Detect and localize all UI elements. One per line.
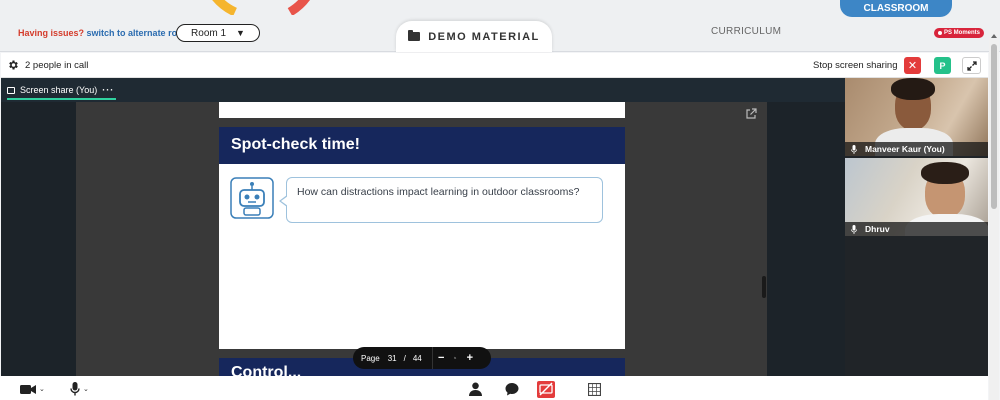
logo-arc-decoration — [212, 0, 310, 15]
room-select[interactable]: Room 1 ▼ — [176, 24, 260, 42]
chevron-down-icon[interactable]: ⌄ — [83, 385, 89, 393]
camera-button[interactable]: ⌄ — [20, 380, 45, 398]
page-current-input[interactable]: 31 — [388, 354, 397, 363]
room-select-value: Room 1 — [191, 27, 227, 39]
screen-share-stage: Spot-check time! How can distractions im… — [1, 102, 845, 376]
participant-tile-manveer[interactable]: Manveer Kaur (You) — [845, 78, 988, 156]
viewer-scroll-thumb[interactable] — [762, 276, 766, 298]
people-count: 2 people in call — [25, 60, 89, 71]
scroll-up-icon[interactable] — [991, 34, 997, 38]
slide-title: Spot-check time! — [219, 127, 625, 164]
page-total: 44 — [412, 353, 422, 363]
alternate-room-link[interactable]: switch to alternate room — [87, 28, 191, 38]
pdf-viewer[interactable]: Spot-check time! How can distractions im… — [76, 102, 767, 376]
gear-icon[interactable] — [7, 59, 19, 71]
microphone-icon — [851, 224, 857, 234]
scrollbar-thumb[interactable] — [991, 44, 997, 209]
screen-share-icon — [7, 86, 15, 94]
question-bubble: How can distractions impact learning in … — [279, 177, 603, 223]
ps-moments-button[interactable]: PS Moments — [934, 28, 985, 38]
participant-hair — [921, 162, 969, 184]
grid-icon — [588, 382, 601, 396]
more-options-icon[interactable]: ··· — [102, 85, 114, 95]
screen-share-button[interactable] — [537, 380, 555, 398]
page-scrollbar[interactable] — [989, 30, 999, 400]
participant-name: Manveer Kaur (You) — [865, 144, 945, 154]
whiteboard-button[interactable] — [588, 380, 601, 398]
tab-demo-material-label: DEMO MATERIAL — [428, 30, 540, 43]
zoom-out-button[interactable]: − — [438, 353, 444, 364]
participants-button[interactable] — [469, 380, 482, 398]
previous-page — [219, 102, 625, 118]
next-slide-title: Control... — [231, 364, 302, 376]
stop-sharing-button[interactable]: ✕ — [904, 57, 921, 74]
tab-classroom[interactable]: CLASSROOM — [840, 0, 952, 17]
expand-button[interactable] — [962, 57, 981, 74]
participant-p-label: P — [939, 60, 946, 71]
robot-icon — [230, 177, 274, 219]
tab-screen-share-label: Screen share (You) — [20, 85, 98, 95]
chat-icon — [505, 383, 519, 396]
page-navigation-bar: Page 31 / 44 − + — [353, 347, 491, 369]
tab-screen-share[interactable]: Screen share (You) ··· — [7, 82, 117, 100]
ps-moments-icon — [938, 31, 942, 35]
zoom-in-button[interactable]: + — [467, 353, 473, 364]
participant-tile-dhruv[interactable]: Dhruv — [845, 158, 988, 236]
zoom-icon[interactable] — [454, 353, 457, 363]
close-icon: ✕ — [907, 60, 918, 72]
folder-icon — [408, 30, 421, 41]
expand-icon — [966, 60, 977, 71]
chevron-down-icon[interactable]: ⌄ — [39, 385, 45, 393]
microphone-icon — [851, 144, 857, 154]
participant-name-bar: Dhruv — [845, 222, 988, 236]
issues-text: Having issues? — [18, 28, 85, 38]
chat-button[interactable] — [505, 380, 519, 398]
microphone-button[interactable]: ⌄ — [70, 380, 89, 398]
issues-notice: Having issues? switch to alternate room — [18, 28, 191, 38]
caret-down-icon: ▼ — [236, 28, 245, 38]
video-camera-icon — [20, 384, 36, 394]
ps-moments-label: PS Moments — [944, 30, 981, 36]
microphone-icon — [70, 382, 80, 396]
page-label: Page — [361, 353, 380, 363]
popout-icon[interactable] — [745, 108, 757, 120]
call-header: 2 people in call Stop screen sharing ✕ P — [1, 53, 988, 78]
tab-demo-material[interactable]: DEMO MATERIAL — [396, 21, 552, 52]
stop-screen-sharing-link[interactable]: Stop screen sharing — [813, 60, 898, 71]
participant-p-button[interactable]: P — [934, 57, 951, 74]
top-bar: Having issues? switch to alternate room … — [0, 0, 1000, 52]
screen-share-off-icon — [537, 380, 555, 398]
person-icon — [469, 382, 482, 396]
participant-name-bar: Manveer Kaur (You) — [845, 142, 988, 156]
current-slide: Spot-check time! How can distractions im… — [219, 127, 625, 349]
tab-curriculum[interactable]: CURRICULUM — [711, 26, 781, 37]
participant-hair — [891, 78, 935, 100]
share-tab-bar: Screen share (You) ··· — [1, 78, 845, 102]
page-separator: / — [403, 353, 406, 363]
bottom-toolbar: ⌄ ⌄ — [0, 376, 988, 400]
participant-name: Dhruv — [865, 224, 890, 234]
call-panel: 2 people in call Stop screen sharing ✕ P… — [1, 53, 988, 400]
